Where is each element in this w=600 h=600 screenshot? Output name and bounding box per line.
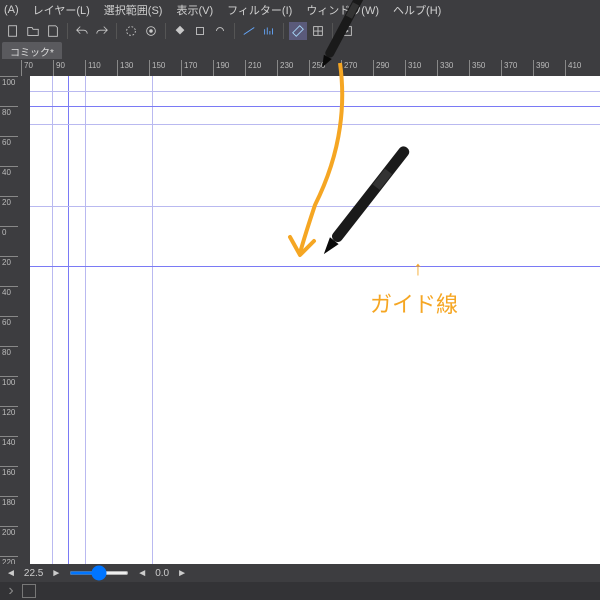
clear-icon[interactable] bbox=[122, 22, 140, 40]
menu-bar: (A) レイヤー(L) 選択範囲(S) 表示(V) フィルター(I) ウィンドウ… bbox=[0, 0, 600, 20]
guide-vertical[interactable] bbox=[68, 76, 69, 564]
rotation-value[interactable]: 0.0 bbox=[155, 568, 169, 579]
menu-help[interactable]: ヘルプ(H) bbox=[393, 2, 441, 18]
zoom-slider[interactable] bbox=[69, 571, 129, 575]
guide-horizontal[interactable] bbox=[30, 124, 600, 125]
menu-select[interactable]: 選択範囲(S) bbox=[104, 2, 163, 18]
grid-icon[interactable] bbox=[309, 22, 327, 40]
undo-icon[interactable] bbox=[73, 22, 91, 40]
guide-vertical[interactable] bbox=[152, 76, 153, 564]
guide-horizontal[interactable] bbox=[30, 106, 600, 107]
crop-icon[interactable] bbox=[191, 22, 209, 40]
ruler-corner bbox=[0, 60, 18, 76]
annotation-up-arrow: ↑ bbox=[413, 258, 423, 281]
canvas-area[interactable] bbox=[18, 76, 600, 564]
chevron-right-icon[interactable]: › bbox=[4, 584, 18, 598]
guide-vertical[interactable] bbox=[85, 76, 86, 564]
play-icon[interactable] bbox=[338, 22, 356, 40]
panel-toggle-icon[interactable] bbox=[22, 584, 36, 598]
toolbar bbox=[0, 20, 600, 42]
chevron-right-icon[interactable]: ► bbox=[51, 568, 61, 579]
adjust-icon[interactable] bbox=[240, 22, 258, 40]
settings-icon[interactable] bbox=[142, 22, 160, 40]
ruler-horizontal[interactable] bbox=[18, 60, 600, 76]
menu-layer[interactable]: レイヤー(L) bbox=[33, 2, 90, 18]
zoom-value[interactable]: 22.5 bbox=[24, 568, 43, 579]
status-bar: ◄ 22.5 ► ◄ 0.0 ► bbox=[0, 564, 600, 582]
chevron-right-icon[interactable]: ► bbox=[177, 568, 187, 579]
menu-a[interactable]: (A) bbox=[4, 4, 19, 16]
menu-filter[interactable]: フィルター(I) bbox=[227, 2, 292, 18]
chevron-left-icon[interactable]: ◄ bbox=[137, 568, 147, 579]
footer-bar: › bbox=[0, 582, 600, 600]
guide-horizontal[interactable] bbox=[30, 266, 600, 267]
open-icon[interactable] bbox=[24, 22, 42, 40]
menu-view[interactable]: 表示(V) bbox=[176, 2, 213, 18]
menu-window[interactable]: ウィンドウ(W) bbox=[306, 2, 379, 18]
annotation-label: ガイド線 bbox=[370, 287, 458, 319]
canvas[interactable] bbox=[30, 76, 600, 564]
new-icon[interactable] bbox=[4, 22, 22, 40]
rotate-icon[interactable] bbox=[211, 22, 229, 40]
guide-vertical[interactable] bbox=[52, 76, 53, 564]
guide-horizontal[interactable] bbox=[30, 206, 600, 207]
chevron-left-icon[interactable]: ◄ bbox=[6, 568, 16, 579]
ruler-vertical[interactable] bbox=[0, 76, 18, 564]
ruler-icon[interactable] bbox=[289, 22, 307, 40]
levels-icon[interactable] bbox=[260, 22, 278, 40]
tab-bar: コミック* bbox=[0, 42, 600, 60]
save-icon[interactable] bbox=[44, 22, 62, 40]
document-tab[interactable]: コミック* bbox=[2, 42, 62, 59]
fill-icon[interactable] bbox=[171, 22, 189, 40]
guide-horizontal[interactable] bbox=[30, 91, 600, 92]
redo-icon[interactable] bbox=[93, 22, 111, 40]
